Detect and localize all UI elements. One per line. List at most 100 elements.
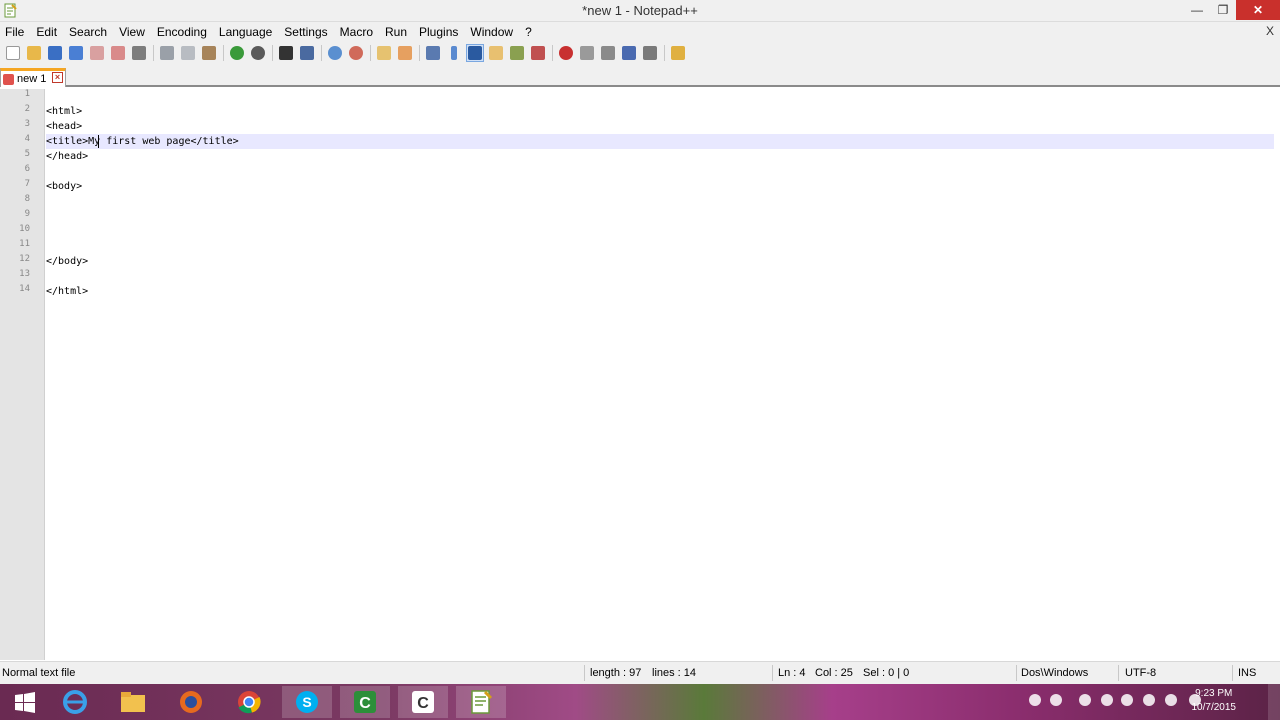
undo-icon[interactable] (228, 44, 246, 62)
record-macro-icon[interactable] (557, 44, 575, 62)
redo-icon[interactable] (249, 44, 267, 62)
save-all-icon[interactable] (67, 44, 85, 62)
windows-start-icon[interactable] (0, 686, 50, 718)
status-encoding[interactable]: UTF-8 (1125, 667, 1156, 679)
chrome-icon[interactable] (224, 686, 274, 718)
tray-icon[interactable] (1050, 694, 1062, 706)
code-line[interactable]: </body> (46, 254, 1274, 269)
tab-bar: new 1 × (0, 65, 1280, 87)
show-desktop-button[interactable] (1268, 684, 1280, 720)
run-macro-multiple-icon[interactable] (620, 44, 638, 62)
close-document-button[interactable]: X (1266, 24, 1274, 38)
svg-text:C: C (417, 695, 429, 712)
code-line[interactable] (46, 194, 1274, 209)
menu-view[interactable]: View (114, 25, 152, 39)
cut-icon[interactable] (158, 44, 176, 62)
stop-macro-icon[interactable] (578, 44, 596, 62)
svg-text:C: C (359, 695, 371, 712)
code-line[interactable] (46, 164, 1274, 179)
folder-workspace-icon[interactable] (529, 44, 547, 62)
taskbar: S C C 9:23 PM 10/7/2015 (0, 684, 1280, 720)
code-line[interactable]: <body> (46, 179, 1274, 194)
play-macro-icon[interactable] (599, 44, 617, 62)
new-file-icon[interactable] (4, 44, 22, 62)
system-clock[interactable]: 9:23 PM 10/7/2015 (1192, 687, 1237, 715)
tray-icon[interactable] (1029, 694, 1041, 706)
line-number: 10 (19, 224, 30, 234)
window-title: *new 1 - Notepad++ (582, 3, 698, 18)
text-caret (98, 135, 99, 148)
sync-horizontal-icon[interactable] (396, 44, 414, 62)
status-lines: lines : 14 (652, 667, 697, 679)
save-macro-icon[interactable] (641, 44, 659, 62)
tray-icon[interactable] (1079, 694, 1091, 706)
code-line[interactable]: </html> (46, 284, 1274, 299)
tray-icon[interactable] (1143, 694, 1155, 706)
find-icon[interactable] (277, 44, 295, 62)
code-line[interactable] (46, 269, 1274, 284)
line-number-gutter: 1 2 3 4 5 6 7 8 9 10 11 12 13 14 (0, 89, 45, 660)
menu-search[interactable]: Search (64, 25, 114, 39)
word-wrap-icon[interactable] (424, 44, 442, 62)
menu-macro[interactable]: Macro (335, 25, 380, 39)
line-number: 2 (24, 104, 30, 114)
line-number: 6 (24, 164, 30, 174)
all-characters-icon[interactable] (445, 44, 463, 62)
close-icon[interactable] (88, 44, 106, 62)
menu-window[interactable]: Window (465, 25, 520, 39)
menu-edit[interactable]: Edit (31, 25, 64, 39)
minimize-icon[interactable]: — (1184, 0, 1210, 20)
notepad-plus-plus-icon[interactable] (456, 686, 506, 718)
menu-encoding[interactable]: Encoding (152, 25, 214, 39)
sync-vertical-icon[interactable] (375, 44, 393, 62)
camtasia-recorder-icon[interactable]: C (340, 686, 390, 718)
code-line[interactable] (46, 224, 1274, 239)
menu-settings[interactable]: Settings (279, 25, 334, 39)
print-icon[interactable] (130, 44, 148, 62)
menu-run[interactable]: Run (380, 25, 414, 39)
code-line-current[interactable]: <title>My first web page</title> (46, 134, 1274, 149)
open-folder-icon[interactable] (669, 44, 687, 62)
copy-icon[interactable] (179, 44, 197, 62)
open-file-icon[interactable] (25, 44, 43, 62)
status-eol[interactable]: Dos\Windows (1021, 667, 1088, 679)
doc-map-icon[interactable] (487, 44, 505, 62)
internet-explorer-icon[interactable] (50, 686, 100, 718)
line-number: 4 (24, 134, 30, 144)
replace-icon[interactable] (298, 44, 316, 62)
code-line[interactable] (46, 209, 1274, 224)
code-line[interactable]: <head> (46, 119, 1274, 134)
function-list-icon[interactable] (508, 44, 526, 62)
zoom-in-icon[interactable] (326, 44, 344, 62)
close-all-icon[interactable] (109, 44, 127, 62)
line-number: 9 (24, 209, 30, 219)
tray-icon[interactable] (1101, 694, 1113, 706)
line-number: 5 (24, 149, 30, 159)
tray-icon[interactable] (1165, 694, 1177, 706)
code-line[interactable]: <html> (46, 104, 1274, 119)
tray-icon[interactable] (1121, 694, 1133, 706)
maximize-icon[interactable]: ❐ (1210, 0, 1236, 20)
code-line[interactable]: </head> (46, 149, 1274, 164)
tab-new-1[interactable]: new 1 × (0, 68, 66, 87)
firefox-icon[interactable] (166, 686, 216, 718)
paste-icon[interactable] (200, 44, 218, 62)
code-line[interactable] (46, 239, 1274, 254)
indent-guide-icon[interactable] (466, 44, 484, 62)
status-insert-mode[interactable]: INS (1238, 667, 1256, 679)
file-explorer-icon[interactable] (108, 686, 158, 718)
svg-text:S: S (302, 694, 311, 710)
camtasia-studio-icon[interactable]: C (398, 686, 448, 718)
menu-help[interactable]: ? (520, 25, 539, 39)
code-line[interactable] (46, 89, 1274, 104)
save-icon[interactable] (46, 44, 64, 62)
line-number: 13 (19, 269, 30, 279)
menu-file[interactable]: File (0, 25, 31, 39)
menu-language[interactable]: Language (214, 25, 279, 39)
menu-plugins[interactable]: Plugins (414, 25, 465, 39)
skype-icon[interactable]: S (282, 686, 332, 718)
zoom-out-icon[interactable] (347, 44, 365, 62)
close-tab-icon[interactable]: × (52, 72, 63, 83)
editor[interactable]: 1 2 3 4 5 6 7 8 9 10 11 12 13 14 <html> … (0, 89, 1280, 660)
close-icon[interactable]: ✕ (1236, 0, 1280, 20)
